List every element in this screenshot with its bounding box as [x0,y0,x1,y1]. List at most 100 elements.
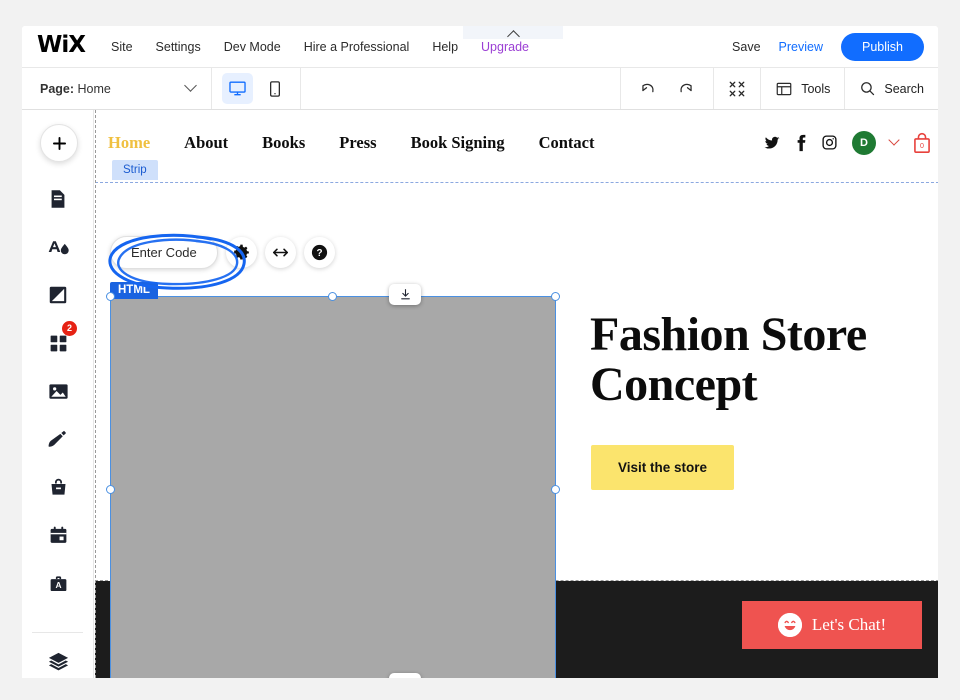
dock-down-icon [400,289,410,300]
site-nav-home[interactable]: Home [108,133,150,153]
cart-bag-icon: 0 [914,132,930,154]
html-widget-tag: HTML [110,282,158,299]
sidebar-item-pages[interactable] [22,182,94,216]
facebook-icon[interactable] [795,134,807,152]
element-stretch-button[interactable] [264,237,296,268]
tools-panel-icon [776,82,792,95]
sidebar-item-theme[interactable] [22,230,94,264]
site-nav-contact[interactable]: Contact [539,133,595,153]
theme-icon [48,240,69,254]
menu-dev-mode[interactable]: Dev Mode [224,40,281,54]
top-menu-bar: WiX Site Settings Dev Mode Hire a Profes… [22,26,938,68]
menu-help[interactable]: Help [432,40,458,54]
toolbar-spacer [301,68,622,109]
sidebar-item-ascend[interactable]: A [22,566,94,600]
resize-handle-top-right[interactable] [551,292,560,301]
zoom-out-icon [729,81,745,96]
sidebar-item-background[interactable] [22,278,94,312]
menu-upgrade[interactable]: Upgrade [481,40,529,54]
twitter-icon[interactable] [763,134,781,152]
store-bag-icon [51,478,65,495]
page-selector[interactable]: Page: Home [22,68,212,109]
plus-icon [52,136,66,150]
zoom-out-button[interactable] [714,68,762,109]
top-bar-actions: Save Preview Publish [732,32,938,61]
resize-handle-middle-right[interactable] [551,485,560,494]
gear-icon [233,244,249,260]
element-settings-button[interactable] [225,237,257,268]
resize-handle-top-left[interactable] [106,292,115,301]
sidebar-item-bookings[interactable] [22,518,94,552]
wix-logo[interactable]: WiX [37,34,86,57]
resize-handle-top-center[interactable] [328,292,337,301]
strip-boundary-line [95,182,938,183]
menu-site[interactable]: Site [111,40,133,54]
strip-tag-label[interactable]: Strip [112,160,158,180]
site-preview: Home About Books Press Book Signing Cont… [94,110,938,678]
site-nav-about[interactable]: About [184,133,228,153]
media-icon [48,383,68,399]
menu-hire-a-professional[interactable]: Hire a Professional [304,40,410,54]
element-help-button[interactable]: ? [303,237,335,268]
html-widget-placeholder[interactable] [110,296,556,678]
page-guide-left [95,110,96,678]
dock-top-button[interactable] [389,284,421,305]
enter-code-button[interactable]: Enter Code [110,236,218,269]
svg-text:?: ? [316,248,322,259]
undo-icon[interactable] [639,79,658,98]
site-nav-book-signing[interactable]: Book Signing [411,133,505,153]
site-user-chevron-down-icon[interactable] [888,133,900,146]
lets-chat-label: Let's Chat! [811,615,887,634]
sidebar-item-layers[interactable] [22,644,94,678]
publish-button[interactable]: Publish [841,32,924,61]
save-button[interactable]: Save [732,40,761,54]
instagram-icon[interactable] [821,134,838,151]
editor-window: WiX Site Settings Dev Mode Hire a Profes… [22,26,938,678]
site-nav-press[interactable]: Press [339,133,376,153]
smiley-face-icon [777,613,802,637]
search-icon [861,82,875,96]
wix-logo-dot [58,36,61,39]
dock-bottom-button[interactable] [389,673,421,678]
sidebar-item-blog[interactable] [22,422,94,456]
mobile-icon [269,80,280,97]
site-user-avatar[interactable]: D [852,130,876,155]
canvas-stage: Home About Books Press Book Signing Cont… [94,110,938,678]
apps-icon [50,335,66,351]
calendar-icon [50,526,66,543]
left-sidebar: 2 A [22,110,94,678]
site-navigation: Home About Books Press Book Signing Cont… [94,110,938,175]
lets-chat-widget[interactable]: Let's Chat! [742,601,922,649]
help-circle-icon: ? [311,244,327,261]
sidebar-item-store[interactable] [22,470,94,504]
svg-text:A: A [55,579,61,589]
hero-title: Fashion Store Concept [590,308,867,411]
upgrade-tab-handle[interactable] [463,26,564,43]
sidebar-item-apps[interactable]: 2 [22,321,94,360]
page-prefix: Page: [40,81,75,96]
tools-button[interactable]: Tools [761,68,846,109]
smiley-icon [777,613,802,637]
mobile-view-button[interactable] [259,73,290,104]
desktop-view-button[interactable] [222,73,253,104]
redo-icon[interactable] [676,79,695,98]
sidebar-item-media[interactable] [22,374,94,408]
tools-label: Tools [801,81,831,96]
blog-pen-icon [48,430,66,447]
view-mode-switcher [212,68,301,109]
site-cart-button[interactable]: 0 [912,131,932,154]
preview-button[interactable]: Preview [779,40,823,54]
search-button[interactable]: Search [845,68,938,109]
sidebar-divider [32,632,83,633]
apps-badge-count: 2 [62,321,77,336]
site-nav-books[interactable]: Books [262,133,305,153]
site-nav-actions: D 0 [763,130,938,155]
menu-settings[interactable]: Settings [156,40,201,54]
resize-handle-middle-left[interactable] [106,485,115,494]
add-element-button[interactable] [40,124,78,162]
dock-down-icon-2 [399,677,412,678]
desktop-icon [229,81,246,96]
stretch-arrows-icon [272,248,288,257]
layers-icon [48,652,68,670]
visit-the-store-button[interactable]: Visit the store [591,445,735,490]
